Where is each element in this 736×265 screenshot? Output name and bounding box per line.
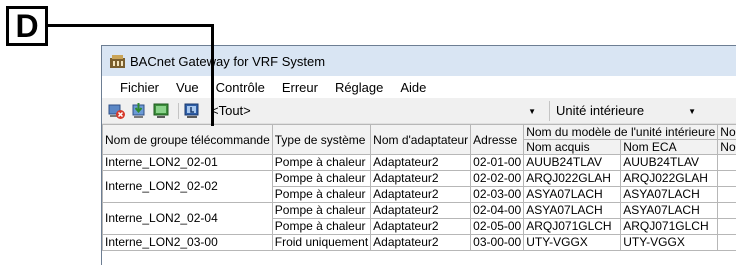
extra-cell: [718, 187, 736, 203]
address-cell: 02-02-00: [471, 171, 524, 187]
extra-cell: [718, 171, 736, 187]
address-cell: 02-05-00: [471, 219, 524, 235]
acquired-name-cell: ARQJ071GLCH: [524, 219, 621, 235]
unit-type-combo-value: Unité intérieure: [556, 103, 644, 118]
table-row[interactable]: Interne_LON2_02-04 Pompe à chaleur Adapt…: [103, 203, 736, 219]
units-table: Nom de groupe télécommande Type de systè…: [102, 124, 736, 251]
bacnet-app-icon: [110, 55, 125, 68]
menu-vue[interactable]: Vue: [176, 80, 199, 95]
adapter-cell: Adaptateur2: [371, 187, 471, 203]
header-acquired-name[interactable]: Nom acquis: [524, 140, 621, 155]
table-row[interactable]: Interne_LON2_03-00 Froid uniquement Adap…: [103, 235, 736, 251]
chevron-down-icon: ▼: [688, 107, 696, 116]
address-cell: 03-00-00: [471, 235, 524, 251]
table-row[interactable]: Interne_LON2_02-02 Pompe à chaleur Adapt…: [103, 171, 736, 187]
monitor-icon[interactable]: [152, 102, 172, 120]
address-cell: 02-03-00: [471, 187, 524, 203]
acquired-name-cell: AUUB24TLAV: [524, 155, 621, 171]
toolbar-separator: [178, 103, 179, 119]
chevron-down-icon: ▼: [528, 107, 536, 116]
extra-cell: [718, 155, 736, 171]
header-extra[interactable]: Nom: [718, 125, 736, 140]
eca-name-cell: ASYA07LACH: [621, 203, 718, 219]
extra-cell: [718, 203, 736, 219]
header-eca-name[interactable]: Nom ECA: [621, 140, 718, 155]
callout-line-horizontal: [48, 24, 214, 27]
menu-aide[interactable]: Aide: [400, 80, 426, 95]
system-type-cell: Froid uniquement: [272, 235, 370, 251]
address-cell: 02-04-00: [471, 203, 524, 219]
system-type-cell: Pompe à chaleur: [272, 203, 370, 219]
unit-type-combo[interactable]: Unité intérieure ▼: [549, 101, 706, 121]
extra-cell: [718, 235, 736, 251]
gateway-settings-icon[interactable]: [183, 102, 203, 120]
system-type-cell: Pompe à chaleur: [272, 171, 370, 187]
menu-reglage[interactable]: Réglage: [335, 80, 383, 95]
menu-erreur[interactable]: Erreur: [282, 80, 318, 95]
download-icon[interactable]: [130, 102, 150, 120]
filter-combo[interactable]: <Tout> ▼: [211, 101, 541, 121]
title-bar[interactable]: BACnet Gateway for VRF System: [102, 46, 736, 76]
menu-bar: Fichier Vue Contrôle Erreur Réglage Aide: [102, 76, 736, 98]
group-cell: Interne_LON2_02-02: [103, 171, 273, 203]
adapter-cell: Adaptateur2: [371, 203, 471, 219]
window-title: BACnet Gateway for VRF System: [130, 54, 325, 69]
acquired-name-cell: ARQJ022GLAH: [524, 171, 621, 187]
menu-controle[interactable]: Contrôle: [216, 80, 265, 95]
header-extra-sub[interactable]: Nom: [718, 140, 736, 155]
adapter-cell: Adaptateur2: [371, 235, 471, 251]
menu-fichier[interactable]: Fichier: [120, 80, 159, 95]
adapter-cell: Adaptateur2: [371, 171, 471, 187]
header-adapter-name[interactable]: Nom d'adaptateur: [371, 125, 471, 155]
acquired-name-cell: ASYA07LACH: [524, 203, 621, 219]
adapter-cell: Adaptateur2: [371, 219, 471, 235]
acquired-name-cell: ASYA07LACH: [524, 187, 621, 203]
eca-name-cell: ARQJ071GLCH: [621, 219, 718, 235]
address-cell: 02-01-00: [471, 155, 524, 171]
acquired-name-cell: UTY-VGGX: [524, 235, 621, 251]
header-model-name[interactable]: Nom du modèle de l'unité intérieure: [524, 125, 718, 140]
header-system-type[interactable]: Type de système: [272, 125, 370, 155]
eca-name-cell: UTY-VGGX: [621, 235, 718, 251]
header-address[interactable]: Adresse: [471, 125, 524, 155]
group-cell: Interne_LON2_02-04: [103, 203, 273, 235]
group-cell: Interne_LON2_03-00: [103, 235, 273, 251]
table-row[interactable]: Interne_LON2_02-01 Pompe à chaleur Adapt…: [103, 155, 736, 171]
extra-cell: [718, 219, 736, 235]
app-window: BACnet Gateway for VRF System Fichier Vu…: [101, 45, 736, 265]
toolbar: <Tout> ▼ Unité intérieure ▼: [102, 98, 736, 124]
header-group-name[interactable]: Nom de groupe télécommande: [103, 125, 273, 155]
system-type-cell: Pompe à chaleur: [272, 219, 370, 235]
eca-name-cell: ARQJ022GLAH: [621, 171, 718, 187]
adapter-cell: Adaptateur2: [371, 155, 471, 171]
callout-line-vertical: [211, 24, 214, 126]
eca-name-cell: ASYA07LACH: [621, 187, 718, 203]
system-type-cell: Pompe à chaleur: [272, 187, 370, 203]
eca-name-cell: AUUB24TLAV: [621, 155, 718, 171]
callout-label: D: [6, 6, 48, 46]
delete-device-icon[interactable]: [108, 102, 128, 120]
filter-combo-value: <Tout>: [211, 103, 251, 118]
system-type-cell: Pompe à chaleur: [272, 155, 370, 171]
group-cell: Interne_LON2_02-01: [103, 155, 273, 171]
